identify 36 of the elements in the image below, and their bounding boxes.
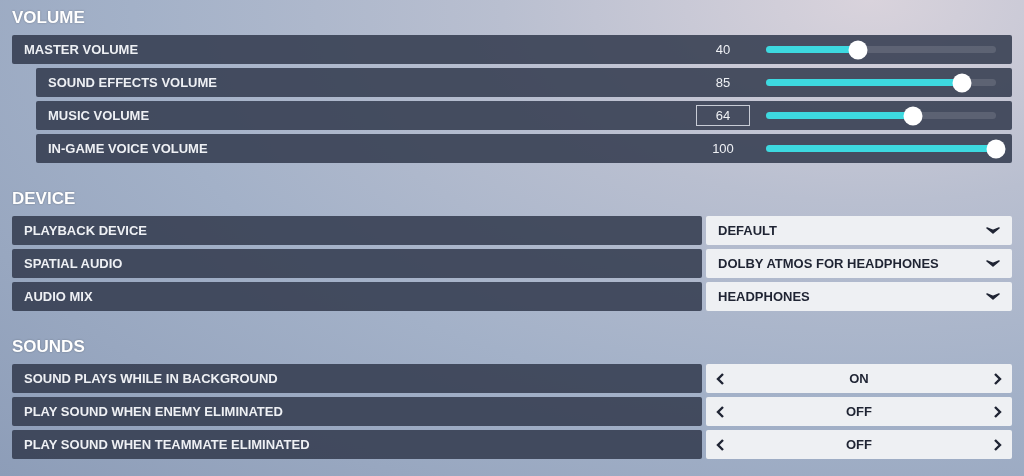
value-text: 85 (714, 74, 732, 92)
slider-thumb[interactable] (848, 40, 868, 59)
arrow-right-icon[interactable] (994, 405, 1002, 418)
dropdown[interactable]: HEADPHONES (706, 282, 1012, 311)
dropdown[interactable]: DOLBY ATMOS FOR HEADPHONES (706, 249, 1012, 278)
arrow-right-icon[interactable] (994, 438, 1002, 451)
arrow-right-icon[interactable] (994, 372, 1002, 385)
setting-label: IN-GAME VOICE VOLUME (47, 141, 209, 156)
setting-label: SOUND PLAYS WHILE IN BACKGROUND (23, 371, 279, 386)
chevron-down-icon (986, 259, 1000, 268)
slider-thumb[interactable] (903, 106, 923, 125)
arrow-left-icon[interactable] (716, 405, 724, 418)
setting-label: PLAY SOUND WHEN ENEMY ELIMINATED (23, 404, 284, 419)
value-text: 40 (714, 41, 732, 59)
value-text: 100 (711, 140, 735, 158)
setting-label: MASTER VOLUME (23, 42, 140, 57)
setting-label: MUSIC VOLUME (47, 108, 151, 123)
section-title: VOLUME (12, 6, 85, 29)
arrow-left-icon[interactable] (716, 372, 724, 385)
chevron-down-icon (986, 292, 1000, 301)
chevron-down-icon (986, 226, 1000, 235)
setting-label: PLAYBACK DEVICE (23, 223, 149, 238)
option-value: OFF (846, 437, 872, 452)
slider-thumb[interactable] (952, 73, 971, 92)
setting-label: SOUND EFFECTS VOLUME (47, 75, 218, 90)
setting-label: PLAY SOUND WHEN TEAMMATE ELIMINATED (23, 437, 311, 452)
slider-thumb[interactable] (986, 139, 1006, 158)
value-field[interactable]: 64 (696, 105, 750, 126)
dropdown[interactable]: DEFAULT (706, 216, 1012, 245)
option-value: ON (849, 371, 869, 386)
section-title: SOUNDS (12, 335, 85, 358)
arrow-left-icon[interactable] (716, 438, 724, 451)
setting-label: AUDIO MIX (23, 289, 94, 304)
setting-label: SPATIAL AUDIO (23, 256, 124, 271)
option-value: OFF (846, 404, 872, 419)
section-title: DEVICE (12, 187, 76, 210)
